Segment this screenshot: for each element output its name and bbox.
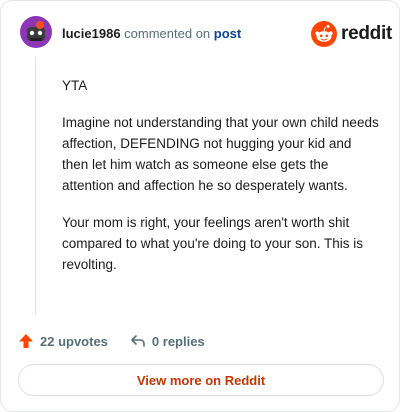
upvote-arrow-icon: [19, 334, 33, 348]
reply-count: 0 replies: [151, 333, 205, 349]
reddit-logo-icon: [311, 21, 337, 47]
upvote-count: 22 upvotes: [40, 333, 108, 349]
comment-body: YTA Imagine not understanding that your …: [62, 75, 380, 291]
comment-paragraph: Imagine not understanding that your own …: [62, 115, 379, 193]
reply-icon: [131, 335, 145, 347]
reply-button[interactable]: 0 replies: [130, 333, 205, 349]
comment-paragraph: Your mom is right, your feelings aren't …: [62, 215, 363, 272]
comment-header: lucie1986 commented on post: [62, 26, 241, 41]
upvote-button[interactable]: 22 upvotes: [18, 333, 108, 349]
user-avatar[interactable]: [20, 16, 52, 48]
embedded-comment-card: lucie1986 commented on post reddit YTA I…: [0, 0, 400, 412]
view-more-button[interactable]: View more on Reddit: [18, 364, 384, 396]
post-link[interactable]: post: [214, 26, 241, 41]
thread-line: [35, 57, 36, 315]
reddit-wordmark: reddit: [341, 23, 392, 44]
comment-paragraph: YTA: [62, 78, 88, 93]
username-link[interactable]: lucie1986: [62, 26, 121, 41]
action-text: commented on: [124, 26, 211, 41]
reddit-brand[interactable]: reddit: [311, 21, 392, 47]
comment-actions: 22 upvotes 0 replies: [18, 331, 205, 351]
